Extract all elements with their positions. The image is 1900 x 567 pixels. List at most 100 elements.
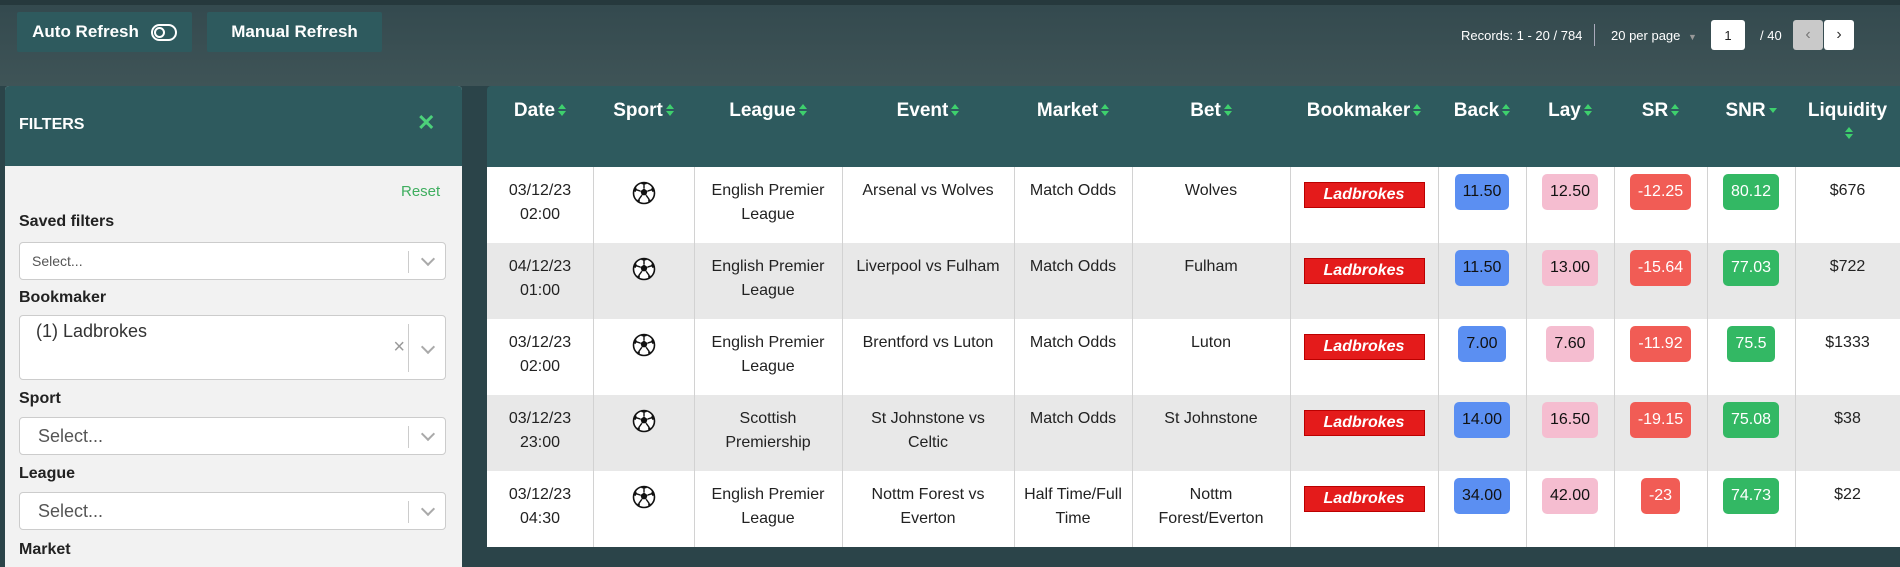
chevron-down-icon: ▼	[1688, 32, 1697, 42]
sr-value: -11.92	[1630, 326, 1691, 362]
chevron-down-icon[interactable]	[420, 426, 436, 442]
sort-icon[interactable]	[1502, 104, 1511, 117]
manual-refresh-button[interactable]: Manual Refresh	[207, 12, 382, 52]
auto-refresh-button[interactable]: Auto Refresh	[17, 12, 192, 52]
column-header-league[interactable]: League	[694, 100, 842, 122]
table-row[interactable]: 03/12/23 02:00 English Premier League Brent…	[487, 319, 1900, 395]
column-header-event[interactable]: Event	[842, 100, 1014, 122]
saved-filters-label: Saved filters	[19, 213, 115, 230]
back-value: 14.00	[1453, 402, 1511, 438]
cell-bookmaker: Ladbrokes	[1290, 395, 1438, 471]
per-page-label: 20 per page	[1611, 28, 1681, 43]
bookmaker-badge: Ladbrokes	[1303, 182, 1425, 208]
filters-header: FILTERS ✕	[5, 86, 462, 166]
bookmaker-badge: Ladbrokes	[1303, 410, 1425, 436]
column-header-sr[interactable]: SR	[1614, 100, 1707, 122]
column-header-snr[interactable]: SNR	[1707, 100, 1795, 122]
column-divider	[1707, 243, 1708, 319]
table-row[interactable]: 03/12/23 04:30 English Premier League Nottm…	[487, 471, 1900, 547]
column-header-back[interactable]: Back	[1438, 100, 1526, 122]
column-divider	[1438, 319, 1439, 395]
cell-date: 03/12/23 02:00	[487, 167, 593, 243]
column-header-date[interactable]: Date	[487, 100, 593, 122]
clear-icon[interactable]: ×	[393, 336, 405, 359]
column-header-label: Back	[1453, 100, 1500, 121]
bet-text: Wolves	[1184, 182, 1238, 199]
column-header-sport[interactable]: Sport	[593, 100, 694, 122]
chevron-down-icon[interactable]	[420, 339, 436, 355]
event-text: Liverpool vs Fulham	[856, 258, 1000, 275]
column-divider	[694, 167, 695, 243]
column-header-lay[interactable]: Lay	[1526, 100, 1614, 122]
toggle-icon[interactable]	[150, 23, 177, 41]
column-header-label: Bookmaker	[1306, 100, 1411, 121]
liquidity-text: $1333	[1825, 334, 1870, 351]
column-divider	[1132, 243, 1133, 319]
column-header-label: Bet	[1190, 100, 1221, 121]
next-page-button[interactable]: ›	[1824, 20, 1854, 50]
column-divider	[593, 243, 594, 319]
table-row[interactable]: 03/12/23 23:00 Scottish Premiership St John…	[487, 395, 1900, 471]
column-divider	[842, 167, 843, 243]
table-row[interactable]: 04/12/23 01:00 English Premier League Liver…	[487, 243, 1900, 319]
close-icon[interactable]: ✕	[417, 110, 435, 136]
sport-select[interactable]: Select...	[19, 417, 446, 455]
sort-icon[interactable]	[1223, 104, 1232, 117]
sr-value: -19.15	[1629, 402, 1692, 438]
cell-sport	[593, 471, 694, 547]
lay-value: 16.50	[1541, 402, 1599, 438]
bookmaker-select[interactable]: (1) Ladbrokes ×	[19, 315, 446, 380]
sort-icon[interactable]	[1845, 127, 1853, 140]
page-input[interactable]: 1	[1711, 20, 1745, 50]
time-text: 02:00	[519, 358, 561, 375]
league-select[interactable]: Select...	[19, 492, 446, 530]
sort-icon[interactable]	[1671, 104, 1680, 117]
column-divider	[1438, 395, 1439, 471]
table-row[interactable]: 03/12/23 02:00 English Premier League Arsen…	[487, 167, 1900, 243]
column-divider	[593, 471, 594, 547]
sort-desc-icon[interactable]	[1768, 104, 1777, 117]
sort-icon[interactable]	[1583, 104, 1592, 117]
date-text: 03/12/23	[508, 410, 572, 427]
sort-icon[interactable]	[558, 104, 567, 117]
cell-lay: 16.50	[1526, 395, 1614, 471]
chevron-down-icon[interactable]	[420, 501, 436, 517]
column-divider	[1526, 319, 1527, 395]
column-divider	[842, 471, 843, 547]
back-value: 34.00	[1453, 478, 1511, 514]
reset-button[interactable]: Reset	[401, 183, 440, 200]
sort-icon[interactable]	[951, 104, 960, 117]
bookmaker-badge: Ladbrokes	[1303, 258, 1425, 284]
top-border	[0, 0, 1900, 5]
chevron-down-icon[interactable]	[420, 251, 436, 267]
total-pages: / 40	[1760, 28, 1782, 43]
column-divider	[1707, 319, 1708, 395]
column-divider	[1526, 243, 1527, 319]
column-header-bookmaker[interactable]: Bookmaker	[1290, 100, 1438, 122]
sort-icon[interactable]	[1413, 104, 1422, 117]
column-divider	[1014, 471, 1015, 547]
sport-placeholder: Select...	[38, 426, 104, 446]
snr-value: 75.5	[1727, 326, 1775, 362]
column-header-bet[interactable]: Bet	[1132, 100, 1290, 122]
column-divider	[1014, 167, 1015, 243]
cell-bet: Luton	[1132, 319, 1290, 395]
date-text: 03/12/23	[508, 486, 572, 503]
saved-filters-select[interactable]: Select...	[19, 242, 446, 280]
select-divider	[408, 426, 409, 448]
per-page-select[interactable]: 20 per page ▼	[1611, 28, 1697, 43]
sort-icon[interactable]	[665, 104, 674, 117]
sort-icon[interactable]	[798, 104, 807, 117]
prev-page-button[interactable]: ‹	[1793, 20, 1823, 50]
date-text: 03/12/23	[508, 334, 572, 351]
sort-icon[interactable]	[1101, 104, 1110, 117]
cell-date: 03/12/23 02:00	[487, 319, 593, 395]
sport-label: Sport	[19, 390, 61, 407]
cell-sr: -11.92	[1614, 319, 1707, 395]
column-header-liquidity[interactable]: Liquidity	[1795, 100, 1900, 144]
cell-snr: 74.73	[1707, 471, 1795, 547]
column-header-market[interactable]: Market	[1014, 100, 1132, 122]
market-label: Market	[19, 541, 71, 558]
column-divider	[1795, 471, 1796, 547]
column-divider	[1795, 395, 1796, 471]
